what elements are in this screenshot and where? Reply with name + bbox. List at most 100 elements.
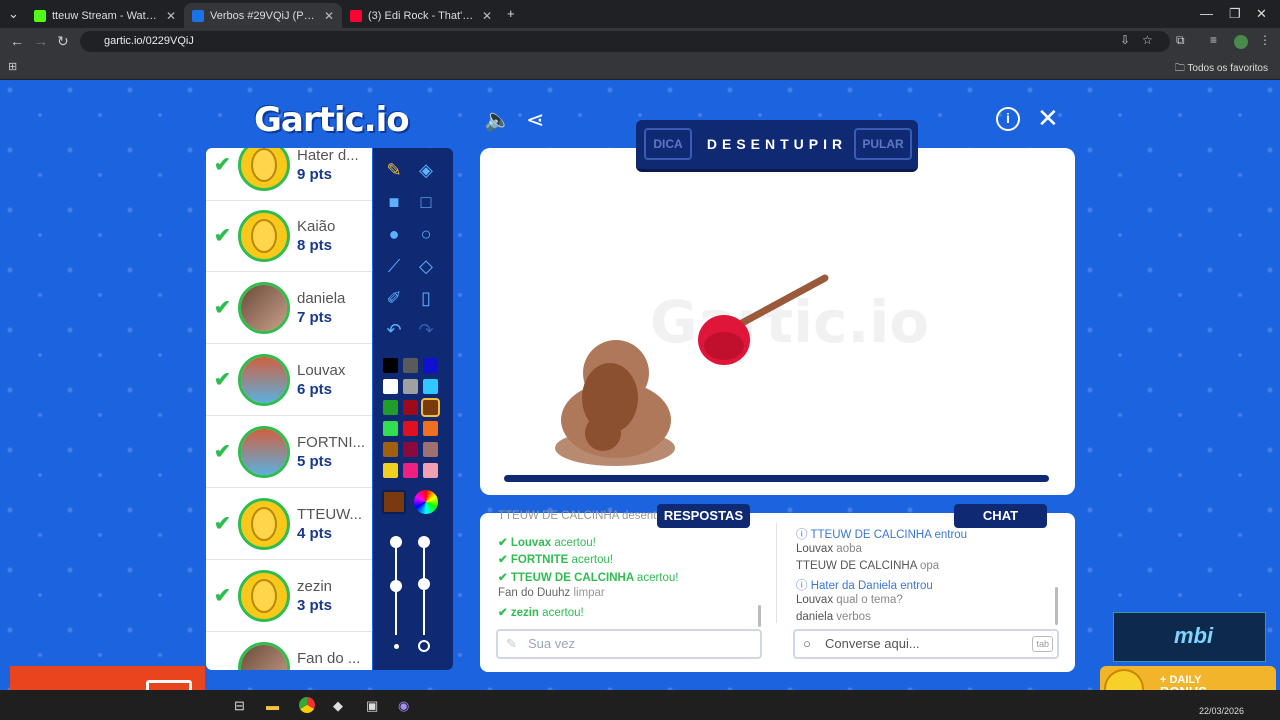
chrome-icon[interactable] <box>299 697 315 713</box>
palette-color-swatch[interactable] <box>423 379 438 394</box>
menu-icon[interactable]: ⋮ <box>1259 33 1271 47</box>
opacity-slider-knob-2[interactable] <box>418 578 430 590</box>
answers-scrollbar[interactable] <box>758 605 761 627</box>
chat-input[interactable]: ○ Converse aqui... tab <box>793 629 1059 659</box>
palette-color-swatch[interactable] <box>383 442 398 457</box>
size-slider-knob-2[interactable] <box>390 580 402 592</box>
player-row[interactable]: ✔ Louvax 6 pts <box>206 345 372 416</box>
close-tab-icon[interactable]: ✕ <box>324 9 334 23</box>
chat-bubble-icon: ○ <box>803 636 811 651</box>
palette-color-swatch[interactable] <box>423 421 438 436</box>
palette-color-swatch[interactable] <box>423 463 438 478</box>
palette-color-swatch[interactable] <box>403 421 418 436</box>
skip-button[interactable]: PULAR <box>854 128 912 160</box>
restore-icon[interactable]: ❐ <box>1229 6 1241 22</box>
size-slider-knob[interactable] <box>390 536 402 548</box>
player-row[interactable]: ✔ FORTNI... 5 pts <box>206 417 372 488</box>
palette-color-swatch[interactable] <box>403 379 418 394</box>
discord-icon[interactable]: ◉ <box>398 698 409 714</box>
hint-button[interactable]: DICA <box>644 128 692 160</box>
player-row[interactable]: ✔ daniela 7 pts <box>206 273 372 344</box>
close-tab-icon[interactable]: ✕ <box>166 9 176 23</box>
tab-title: (3) Edi Rock - That's My Way <box>368 9 476 22</box>
close-tab-icon[interactable]: ✕ <box>482 9 492 23</box>
url-field[interactable]: gartic.io/0229VQiJ <box>80 31 1170 52</box>
fill-bucket-icon[interactable]: ◈ <box>414 158 438 182</box>
install-icon[interactable]: ⇩ <box>1120 33 1130 47</box>
palette-color-swatch[interactable] <box>383 421 398 436</box>
player-row[interactable]: ✔ TTEUW... 4 pts <box>206 489 372 560</box>
answer-message: ✔ FORTNITE acertou! <box>498 552 613 566</box>
player-name: Louvax <box>297 362 346 379</box>
player-row[interactable]: Fan do ... 0 pts <box>206 633 372 670</box>
tab-kick[interactable]: tteuw Stream - Watch Live on K ✕ <box>26 3 184 28</box>
terminal-icon[interactable]: ▣ <box>366 698 378 714</box>
chat-tab[interactable]: CHAT <box>954 504 1047 528</box>
close-game-icon[interactable]: ✕ <box>1037 103 1059 134</box>
opacity-slider-knob[interactable] <box>418 536 430 548</box>
back-icon[interactable]: ← <box>10 33 24 49</box>
apps-icon[interactable]: ⊞ <box>8 60 17 73</box>
palette-color-swatch[interactable] <box>423 358 438 373</box>
palette-color-swatch[interactable] <box>403 463 418 478</box>
current-color-swatch <box>382 490 406 514</box>
taskbar-date: 22/03/2026 <box>1198 706 1244 716</box>
info-icon[interactable]: i <box>996 107 1020 131</box>
palette-color-swatch[interactable] <box>383 358 398 373</box>
eyedropper-icon[interactable]: ✐ <box>382 286 406 310</box>
os-taskbar: ⊟ ▬ ◆ ▣ ◉ 22/03/2026 <box>0 690 1280 720</box>
bookmark-star-icon[interactable]: ☆ <box>1142 33 1153 47</box>
palette-color-swatch[interactable] <box>383 400 398 415</box>
redo-icon[interactable]: ↷ <box>414 318 438 342</box>
pencil-icon[interactable]: ✎ <box>382 158 406 182</box>
outline-square-icon[interactable]: □ <box>414 190 438 214</box>
answer-input[interactable]: ✎ Sua vez <box>496 629 762 659</box>
chat-text: aoba <box>836 543 862 555</box>
minimize-icon[interactable]: — <box>1200 6 1213 21</box>
app-icon[interactable]: ◆ <box>333 698 343 714</box>
reload-icon[interactable]: ↻ <box>57 33 69 50</box>
media-icon[interactable]: ≡ <box>1210 33 1217 47</box>
profile-avatar-icon[interactable] <box>1234 35 1248 49</box>
color-wheel-icon[interactable] <box>414 490 438 514</box>
drawing-canvas[interactable]: Gartic.io <box>480 148 1075 495</box>
answer-message: ✔ TTEUW DE CALCINHA acertou! <box>498 570 678 584</box>
player-row[interactable]: ✔ zezin 3 pts <box>206 561 372 632</box>
gartic-logo: Gartic.io <box>254 100 410 140</box>
undo-icon[interactable]: ↶ <box>382 318 406 342</box>
new-tab-icon[interactable]: + <box>507 6 515 21</box>
palette-color-swatch[interactable] <box>423 442 438 457</box>
answer-text: acertou! <box>636 571 679 584</box>
clear-page-icon[interactable]: ▯ <box>414 286 438 310</box>
sound-icon[interactable]: 🔈 <box>484 107 511 133</box>
file-explorer-icon[interactable]: ▬ <box>266 698 279 713</box>
palette-color-swatch[interactable] <box>403 442 418 457</box>
palette-color-swatch[interactable] <box>403 400 418 415</box>
filled-circle-icon[interactable]: ● <box>382 222 406 246</box>
all-bookmarks[interactable]: 🗀 Todos os favoritos <box>1175 61 1268 78</box>
tab-gartic[interactable]: Verbos #29VQiJ (Português ✕ <box>184 3 342 28</box>
line-tool-icon[interactable]: ⟋ <box>382 254 406 278</box>
tab-youtube[interactable]: (3) Edi Rock - That's My Way ✕ <box>342 3 500 28</box>
forward-icon[interactable]: → <box>34 33 48 49</box>
palette-color-swatch[interactable] <box>383 463 398 478</box>
share-icon[interactable]: ⋖ <box>526 107 544 133</box>
palette-color-swatch[interactable] <box>403 358 418 373</box>
task-view-icon[interactable]: ⊟ <box>234 698 245 714</box>
player-avatar <box>238 570 290 622</box>
chat-scrollbar[interactable] <box>1055 587 1058 625</box>
outline-circle-icon[interactable]: ○ <box>414 222 438 246</box>
palette-color-swatch[interactable] <box>383 379 398 394</box>
eraser-icon[interactable]: ◇ <box>414 254 438 278</box>
answers-tab[interactable]: RESPOSTAS <box>657 504 750 528</box>
player-row[interactable]: ✔ Hater d... 9 pts <box>206 148 372 201</box>
filled-square-icon[interactable]: ■ <box>382 190 406 214</box>
palette-color-swatch[interactable] <box>421 398 440 417</box>
tab-search-icon[interactable]: ⌄ <box>8 6 19 22</box>
close-window-icon[interactable]: ✕ <box>1256 6 1267 22</box>
player-row[interactable]: ✔ Kaião 8 pts <box>206 201 372 272</box>
photo-avatar <box>241 645 287 670</box>
chat-user: TTEUW DE CALCINHA <box>810 529 932 541</box>
extensions-icon[interactable]: ⧉ <box>1176 33 1185 48</box>
promo-banner[interactable]: mbi <box>1113 612 1266 662</box>
